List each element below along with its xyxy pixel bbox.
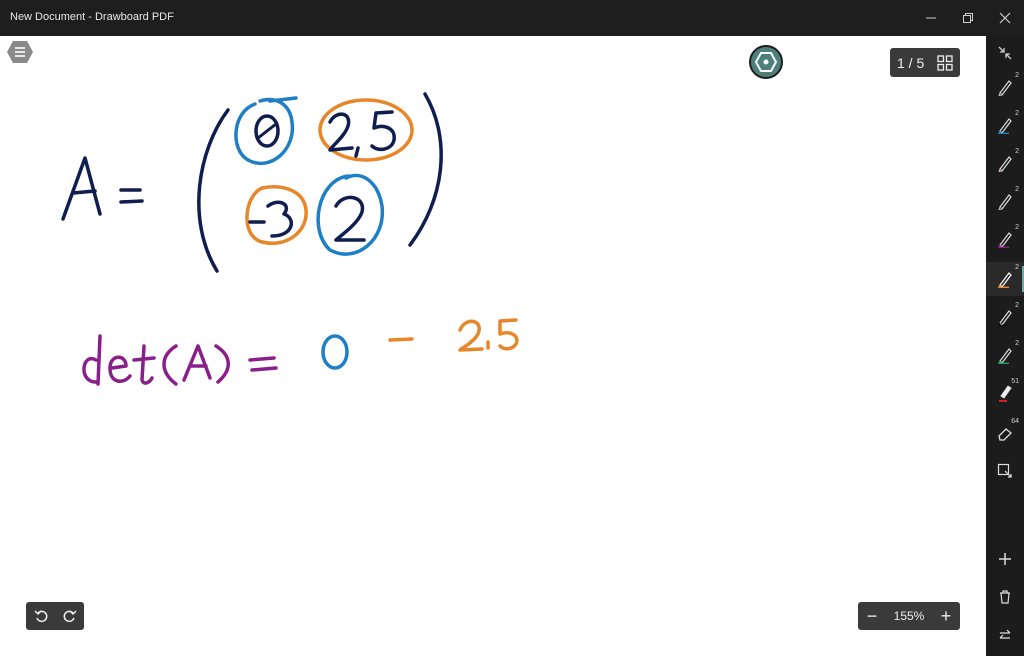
tool-pen-8[interactable]: 2 (986, 338, 1024, 372)
zoom-control: − 155% + (858, 602, 960, 630)
ink-value-2-5 (458, 319, 484, 352)
ink-circle-blue-2 (316, 173, 385, 256)
pen-size-badge: 2 (1015, 110, 1019, 117)
pen-size-badge: 2 (1015, 340, 1019, 347)
pen-size-badge: 2 (1015, 302, 1019, 309)
ink-equals-2 (248, 356, 278, 372)
pen-size-badge: 2 (1015, 264, 1019, 271)
redo-icon (63, 610, 77, 623)
delete-tool-button[interactable] (986, 580, 1024, 614)
ink-zero (321, 334, 349, 370)
redo-button[interactable] (55, 602, 84, 630)
ink-equals (119, 188, 144, 204)
pen-size-badge: 2 (1015, 186, 1019, 193)
pen-size-badge: 2 (1015, 148, 1019, 155)
document-canvas[interactable]: 1 / 5 − 155% + (0, 36, 986, 656)
tool-lasso-select[interactable] (986, 454, 1024, 488)
pen-size-badge: 2 (1015, 72, 1019, 79)
hamburger-icon (7, 41, 33, 63)
toolbar-swap-side-button[interactable] (986, 618, 1024, 652)
pen-icon (998, 156, 1012, 172)
pen-icon (997, 348, 1012, 364)
trash-icon (1000, 590, 1010, 604)
tool-pen-4[interactable]: 2 (986, 184, 1024, 218)
pen-size-badge: 2 (1015, 224, 1019, 231)
restore-icon (963, 13, 973, 23)
undo-button[interactable] (26, 602, 55, 630)
undo-redo-group (26, 602, 84, 630)
eraser-icon (998, 428, 1012, 441)
pen-icon (997, 232, 1012, 248)
pen-icon (997, 118, 1012, 134)
highlighter-icon (999, 385, 1012, 402)
close-icon (999, 12, 1011, 24)
swap-arrows-icon (999, 629, 1011, 639)
tool-size-badge: 64 (1011, 418, 1019, 425)
hexagon-icon (755, 52, 777, 72)
tool-pen-7[interactable]: 2 (986, 300, 1024, 334)
menu-button[interactable] (6, 40, 34, 64)
tool-pen-2[interactable]: 2 (986, 108, 1024, 142)
ink-minus (388, 337, 414, 342)
pen-icon (998, 80, 1012, 96)
ink-right-paren (408, 92, 443, 247)
page-indicator[interactable]: 1 / 5 (890, 48, 960, 77)
minimize-icon (926, 17, 936, 19)
close-button[interactable] (988, 6, 1022, 30)
restore-button[interactable] (951, 6, 985, 30)
tool-highlighter[interactable]: 51 (986, 376, 1024, 410)
ink-letter-a (61, 156, 102, 221)
tool-pen-6[interactable]: 2 (986, 262, 1024, 296)
pen-icon (998, 194, 1012, 210)
tool-size-badge: 51 (1011, 378, 1019, 385)
ink-det (82, 334, 102, 386)
window-title: New Document - Drawboard PDF (10, 11, 174, 23)
zoom-in-button[interactable]: + (932, 602, 960, 630)
zoom-out-button[interactable]: − (858, 602, 886, 630)
pen-icon (997, 272, 1012, 288)
add-tool-button[interactable] (986, 542, 1024, 576)
collapse-toolbar-button[interactable] (986, 36, 1024, 70)
radial-menu-button[interactable] (749, 45, 783, 79)
handwriting-ink (61, 92, 519, 386)
collapse-arrows-icon (998, 46, 1012, 60)
grid-view-icon[interactable] (937, 55, 953, 71)
undo-icon (33, 610, 47, 623)
tool-pen-5[interactable]: 2 (986, 222, 1024, 256)
plus-icon (999, 553, 1011, 565)
tool-eraser[interactable]: 64 (986, 416, 1024, 450)
zoom-level: 155% (893, 609, 925, 623)
pen-icon (997, 310, 1012, 326)
title-bar: New Document - Drawboard PDF (0, 0, 1024, 36)
minimize-button[interactable] (914, 6, 948, 30)
tool-pen-3[interactable]: 2 (986, 146, 1024, 180)
select-icon (997, 463, 1012, 478)
tool-pen-1[interactable]: 2 (986, 70, 1024, 104)
page-number: 1 / 5 (897, 54, 925, 71)
right-toolbar: 2 2 2 2 2 2 2 2 51 64 (986, 36, 1024, 656)
ink-left-paren (197, 108, 230, 273)
